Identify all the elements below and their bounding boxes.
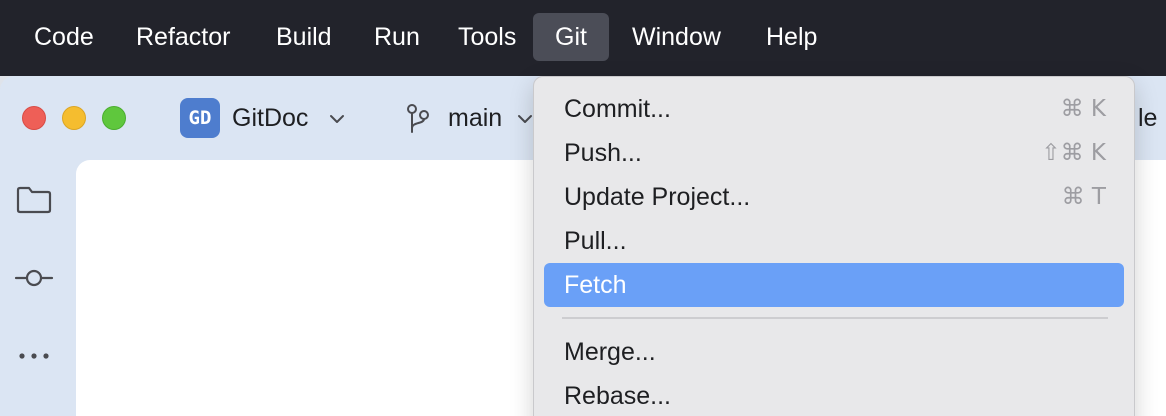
menu-window[interactable]: Window xyxy=(632,13,721,61)
menu-item-merge[interactable]: Merge... xyxy=(544,330,1124,374)
window-minimize-button[interactable] xyxy=(62,106,86,130)
menu-bar: Code Refactor Build Run Tools Git Window… xyxy=(0,0,1166,76)
git-menu-dropdown: Commit... ⌘ K Push... ⇧⌘ K Update Projec… xyxy=(533,76,1135,416)
project-badge[interactable]: GD xyxy=(180,98,220,138)
menu-item-label: Fetch xyxy=(564,271,627,299)
more-icon[interactable] xyxy=(14,336,54,376)
menu-item-label: Merge... xyxy=(564,338,656,366)
shortcut-label: ⇧⌘ K xyxy=(1041,140,1106,166)
branch-name[interactable]: main xyxy=(448,102,502,134)
commit-icon[interactable] xyxy=(14,258,54,298)
shortcut-label: ⌘ T xyxy=(1061,184,1106,210)
tool-strip xyxy=(0,160,72,416)
window-maximize-button[interactable] xyxy=(102,106,126,130)
menu-help[interactable]: Help xyxy=(766,13,817,61)
menu-item-fetch[interactable]: Fetch xyxy=(544,263,1124,307)
git-branch-icon xyxy=(407,104,429,133)
chevron-down-icon[interactable] xyxy=(328,110,346,128)
menu-item-label: Pull... xyxy=(564,227,627,255)
menu-item-label: Push... xyxy=(564,139,642,167)
menu-item-push[interactable]: Push... ⇧⌘ K xyxy=(544,131,1124,175)
menu-refactor[interactable]: Refactor xyxy=(136,13,230,61)
branch-chevron-down-icon[interactable] xyxy=(516,110,534,128)
menu-item-update-project[interactable]: Update Project... ⌘ T xyxy=(544,175,1124,219)
menu-tools[interactable]: Tools xyxy=(458,13,516,61)
menu-item-label: Rebase... xyxy=(564,382,672,410)
project-name[interactable]: GitDoc xyxy=(232,102,308,134)
truncated-toolbar-text: le xyxy=(1138,104,1158,132)
menu-run[interactable]: Run xyxy=(374,13,420,61)
screen: Code Refactor Build Run Tools Git Window… xyxy=(0,0,1166,416)
menu-item-pull[interactable]: Pull... xyxy=(544,219,1124,263)
menu-item-rebase[interactable]: Rebase... xyxy=(544,374,1124,416)
menu-build[interactable]: Build xyxy=(276,13,332,61)
window-close-button[interactable] xyxy=(22,106,46,130)
folder-icon[interactable] xyxy=(14,180,54,220)
menu-git[interactable]: Git xyxy=(533,13,609,61)
menu-code[interactable]: Code xyxy=(34,13,94,61)
menu-item-label: Commit... xyxy=(564,95,671,123)
menu-separator xyxy=(562,317,1108,319)
menu-item-label: Update Project... xyxy=(564,183,751,211)
menu-item-commit[interactable]: Commit... ⌘ K xyxy=(544,87,1124,131)
shortcut-label: ⌘ K xyxy=(1060,96,1106,122)
